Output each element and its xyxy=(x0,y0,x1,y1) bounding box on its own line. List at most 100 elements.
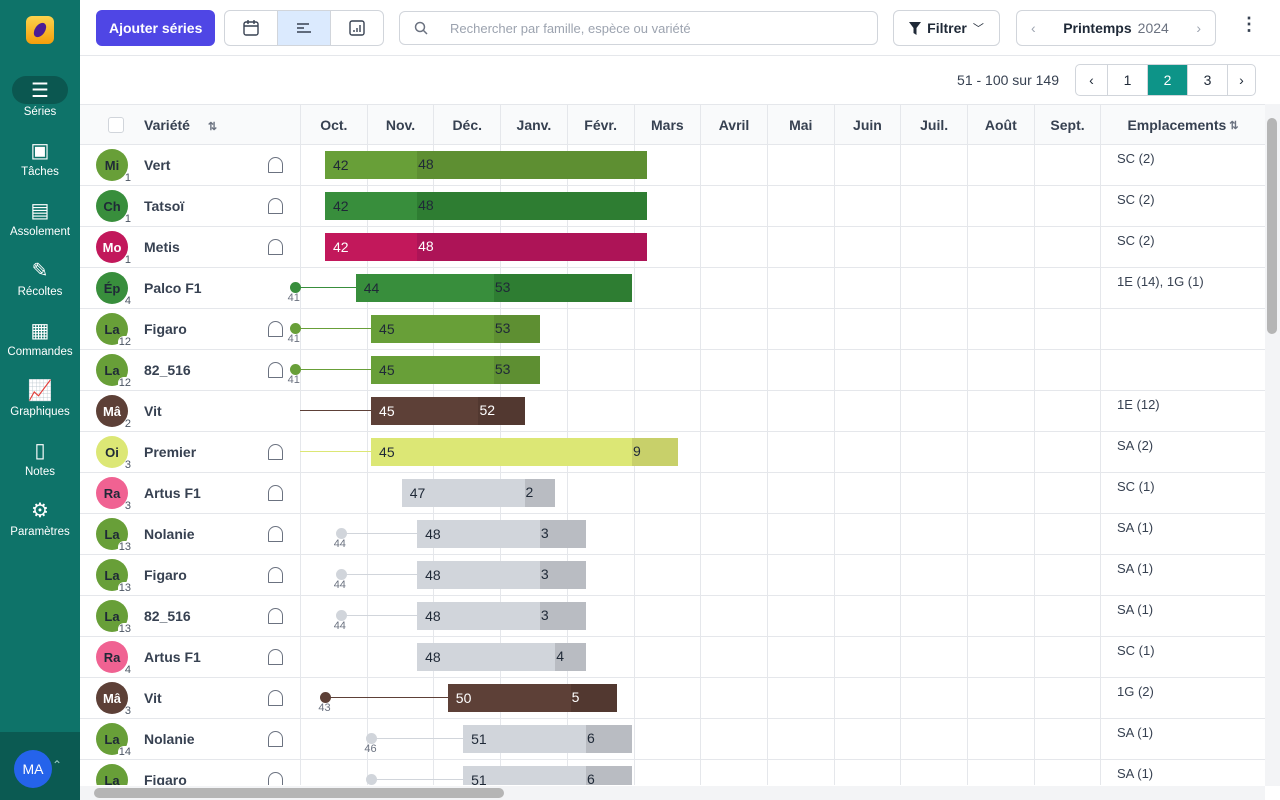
app-logo[interactable] xyxy=(26,16,54,44)
add-series-button[interactable]: Ajouter séries xyxy=(96,10,216,46)
sidebar-item-commandes[interactable]: ▦ Commandes xyxy=(0,316,80,359)
vertical-scrollbar[interactable] xyxy=(1265,104,1280,786)
crop-bar[interactable]: 50 5 xyxy=(447,684,617,712)
variety-name[interactable]: Tatsoï xyxy=(144,198,184,214)
table-row[interactable]: La 13 82_516 44 48 3 SA (1) xyxy=(80,596,1265,637)
sidebar-item-séries[interactable]: ☰ Séries xyxy=(0,76,80,118)
table-row[interactable]: Ra 3 Artus F1 47 2 SC (1) xyxy=(80,473,1265,514)
table-row[interactable]: La Figaro 46 51 6 SA (1) xyxy=(80,760,1265,785)
crop-bar[interactable]: 45 53 xyxy=(371,315,540,343)
table-row[interactable]: Ép 4 Palco F1 41 44 53 1E (14), 1G (1) xyxy=(80,268,1265,309)
crop-bar[interactable]: 45 52 xyxy=(371,397,525,425)
table-row[interactable]: Mi 1 Vert 42 48 SC (2) xyxy=(80,145,1265,186)
pagination: ‹ 1 2 3 › xyxy=(1075,64,1256,96)
prev-season-button[interactable]: ‹ xyxy=(1031,20,1036,36)
grid-line xyxy=(900,596,902,637)
prev-page-button[interactable]: ‹ xyxy=(1076,65,1108,95)
sidebar-item-assolement[interactable]: ▤ Assolement xyxy=(0,196,80,239)
grid-line xyxy=(967,268,968,309)
table-row[interactable]: La 14 Nolanie 46 51 6 SA (1) xyxy=(80,719,1265,760)
grid-line xyxy=(766,514,768,555)
crop-bar[interactable]: 42 48 xyxy=(325,233,648,261)
grid-line xyxy=(900,309,902,350)
locations-header-label: Emplacements xyxy=(1127,117,1227,133)
table-row[interactable]: Mâ 2 Vit 45 52 1E (12) xyxy=(80,391,1265,432)
table-row[interactable]: Ch 1 Tatsoï 42 48 SC (2) xyxy=(80,186,1265,227)
crop-bar[interactable]: 48 3 xyxy=(417,561,586,589)
planting-week-label: 42 xyxy=(333,239,349,255)
chart-view-button[interactable] xyxy=(331,11,383,45)
grid-line xyxy=(633,514,635,555)
variety-name[interactable]: 82_516 xyxy=(144,362,191,378)
locations-header[interactable]: Emplacements ⇅ xyxy=(1100,105,1265,145)
crop-bar[interactable]: 51 6 xyxy=(463,725,632,753)
crop-bar[interactable]: 44 53 xyxy=(355,274,632,302)
sidebar-item-tâches[interactable]: ▣ Tâches xyxy=(0,136,80,179)
crop-bar[interactable]: 45 53 xyxy=(371,356,540,384)
calendar-view-button[interactable] xyxy=(225,11,278,45)
page-3-button[interactable]: 3 xyxy=(1188,65,1228,95)
variety-name[interactable]: Nolanie xyxy=(144,526,195,542)
table-row[interactable]: Ra 4 Artus F1 48 4 SC (1) xyxy=(80,637,1265,678)
table-row[interactable]: Oi 3 Premier 45 9 SA (2) xyxy=(80,432,1265,473)
table-row[interactable]: La 12 82_516 41 45 53 xyxy=(80,350,1265,391)
variety-name[interactable]: Artus F1 xyxy=(144,649,201,665)
user-avatar[interactable]: MA xyxy=(14,750,52,788)
variety-name[interactable]: Premier xyxy=(144,444,196,460)
crop-bar[interactable]: 48 3 xyxy=(417,520,586,548)
variety-name[interactable]: Vit xyxy=(144,403,162,419)
sidebar-item-paramètres[interactable]: ⚙ Paramètres xyxy=(0,496,80,539)
more-options-icon[interactable]: ⋮ xyxy=(1240,14,1258,35)
table-row[interactable]: La 13 Nolanie 44 48 3 SA (1) xyxy=(80,514,1265,555)
next-season-button[interactable]: › xyxy=(1196,20,1201,36)
month-header: Juin xyxy=(833,105,901,145)
gantt-view-button[interactable] xyxy=(278,11,331,45)
variety-name[interactable]: Metis xyxy=(144,239,180,255)
sidebar-item-graphiques[interactable]: 📈 Graphiques xyxy=(0,376,80,419)
month-header: Févr. xyxy=(566,105,634,145)
crop-initials: Ép xyxy=(103,280,121,296)
crop-bar[interactable]: 42 48 xyxy=(325,192,648,220)
page-2-button[interactable]: 2 xyxy=(1148,65,1188,95)
sidebar-item-récoltes[interactable]: ✎ Récoltes xyxy=(0,256,80,299)
table-row[interactable]: La 13 Figaro 44 48 3 SA (1) xyxy=(80,555,1265,596)
horizontal-scrollbar[interactable] xyxy=(80,786,1265,800)
variety-name[interactable]: Palco F1 xyxy=(144,280,202,296)
crop-bar[interactable]: 48 3 xyxy=(417,602,586,630)
grid-line xyxy=(900,514,902,555)
variety-header[interactable]: Variété ⇅ xyxy=(144,117,217,133)
table-row[interactable]: Mâ 3 Vit 43 50 5 1G (2) xyxy=(80,678,1265,719)
variety-name[interactable]: Figaro xyxy=(144,321,187,337)
page-1-button[interactable]: 1 xyxy=(1108,65,1148,95)
scroll-thumb[interactable] xyxy=(94,788,504,798)
crop-bar[interactable]: 42 48 xyxy=(325,151,648,179)
variety-name[interactable]: Vit xyxy=(144,690,162,706)
table-row[interactable]: La 12 Figaro 41 45 53 xyxy=(80,309,1265,350)
user-menu[interactable]: MA ⌃ xyxy=(0,732,80,800)
search-input[interactable] xyxy=(450,20,850,36)
scroll-thumb[interactable] xyxy=(1267,118,1277,334)
planting-week-label: 45 xyxy=(379,403,395,419)
harvest-segment: 6 xyxy=(585,725,632,753)
crop-bar[interactable]: 48 4 xyxy=(417,643,586,671)
variety-name[interactable]: Nolanie xyxy=(144,731,195,747)
variety-name[interactable]: 82_516 xyxy=(144,608,191,624)
grid-line xyxy=(967,596,968,637)
crop-bar[interactable]: 45 9 xyxy=(371,438,679,466)
next-page-button[interactable]: › xyxy=(1228,65,1255,95)
grid-line xyxy=(1100,432,1102,473)
select-all-checkbox[interactable] xyxy=(108,117,124,133)
filter-button[interactable]: Filtrer ﹀ xyxy=(893,10,1000,46)
calendar-icon xyxy=(243,20,259,36)
table-row[interactable]: Mo 1 Metis 42 48 SC (2) xyxy=(80,227,1265,268)
variety-name[interactable]: Artus F1 xyxy=(144,485,201,501)
crop-bar[interactable]: 51 6 xyxy=(463,766,632,785)
month-header: Oct. xyxy=(300,105,367,145)
harvest-week-label: 5 xyxy=(571,689,580,705)
variety-name[interactable]: Figaro xyxy=(144,772,187,785)
search-field[interactable] xyxy=(399,11,878,45)
variety-name[interactable]: Vert xyxy=(144,157,170,173)
sidebar-item-notes[interactable]: ▯ Notes xyxy=(0,436,80,479)
crop-bar[interactable]: 47 2 xyxy=(401,479,556,507)
variety-name[interactable]: Figaro xyxy=(144,567,187,583)
